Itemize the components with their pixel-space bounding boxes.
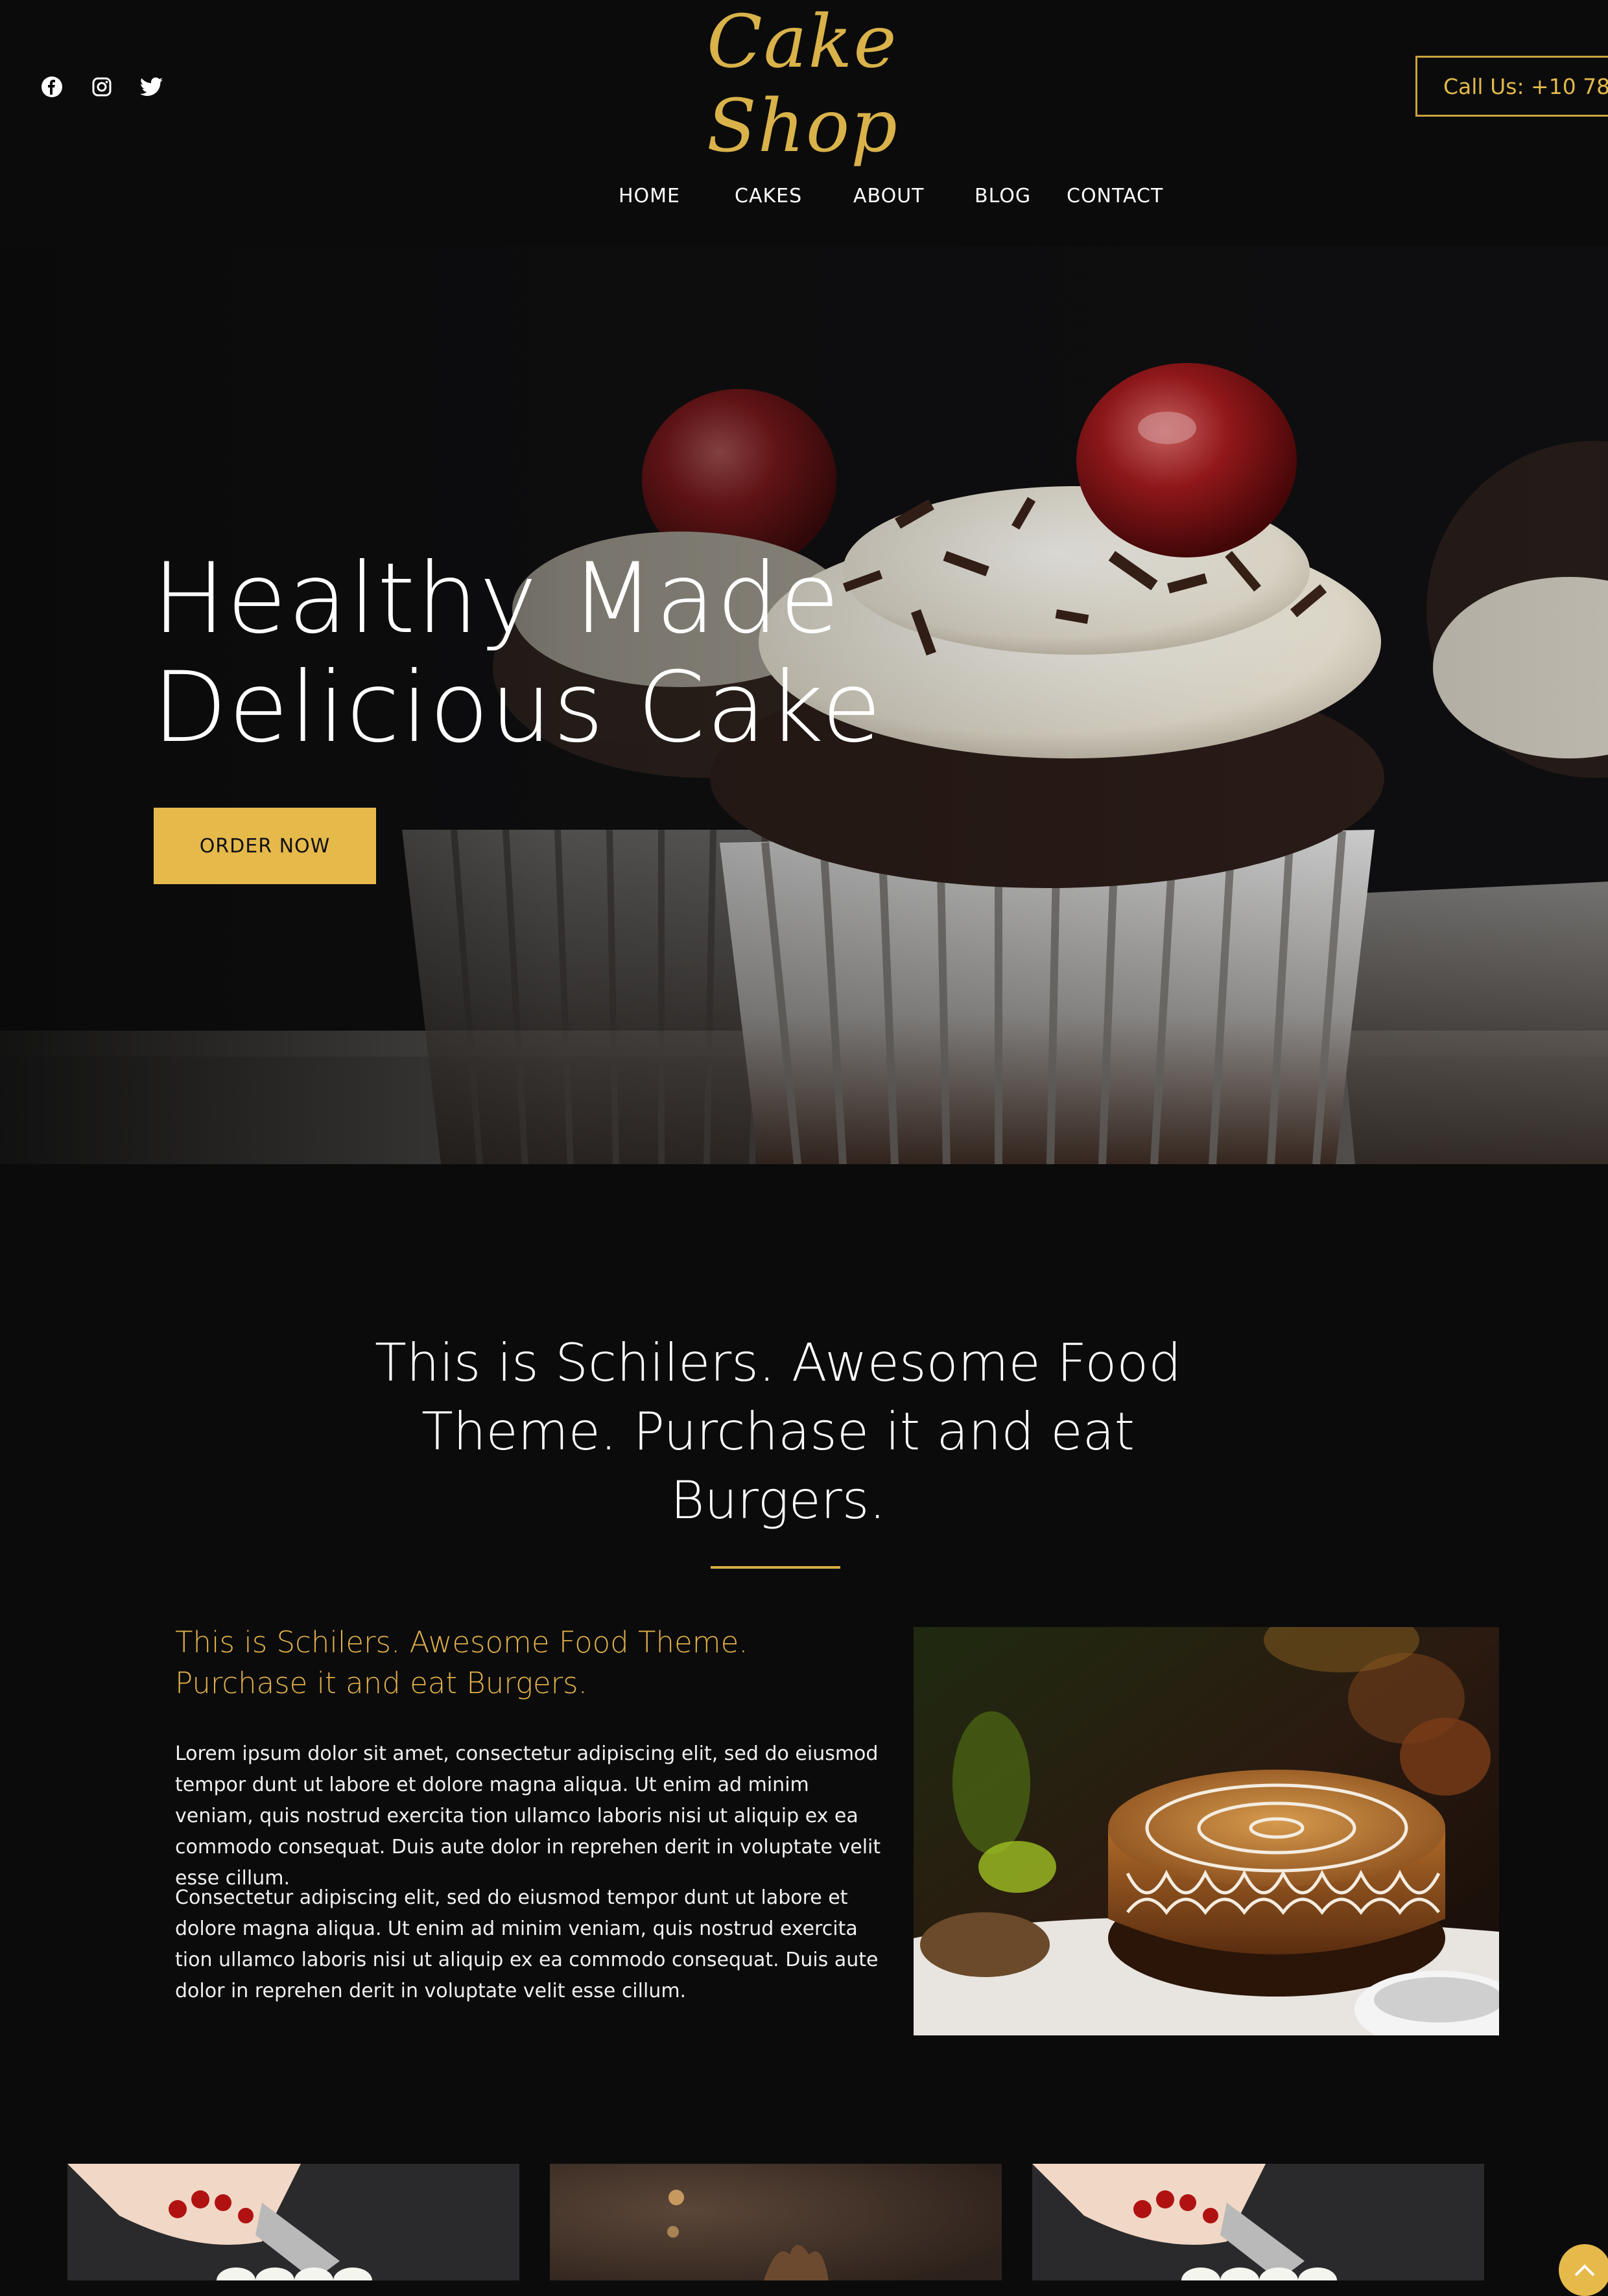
about-subheading: This is Schilers. Awesome Food Theme. Pu… bbox=[175, 1622, 759, 1704]
nav-cakes[interactable]: CAKES bbox=[735, 185, 802, 207]
gallery-card-1[interactable] bbox=[67, 2164, 519, 2280]
hero-title-line1: Healthy Made bbox=[152, 543, 841, 655]
nav-blog[interactable]: BLOG bbox=[975, 185, 1031, 207]
about-subheading-line2: Purchase it and eat Burgers. bbox=[175, 1666, 587, 1700]
scroll-to-top-button[interactable] bbox=[1559, 2244, 1608, 2296]
about-subheading-line1: This is Schilers. Awesome Food Theme. bbox=[175, 1625, 748, 1659]
about-paragraph-2: Consectetur adipiscing elit, sed do eius… bbox=[175, 1886, 879, 2002]
site-header: Cake Shop Call Us: +10 783 3 HOME CAKES … bbox=[0, 0, 1608, 246]
instagram-icon[interactable] bbox=[89, 74, 115, 100]
twitter-icon[interactable] bbox=[139, 74, 165, 100]
hero-section: Healthy Made Delicious Cake ORDER NOW bbox=[0, 246, 1608, 1164]
hero-title: Healthy Made Delicious Cake bbox=[152, 545, 882, 762]
chevron-up-icon bbox=[1574, 2264, 1595, 2277]
facebook-icon[interactable] bbox=[39, 74, 65, 100]
about-heading: This is Schilers. Awesome Food Theme. Pu… bbox=[375, 1333, 1181, 1530]
order-now-button[interactable]: ORDER NOW bbox=[154, 808, 376, 884]
site-logo[interactable]: Cake Shop bbox=[707, 0, 1005, 169]
gallery-card-2[interactable] bbox=[550, 2164, 1002, 2280]
nav-home[interactable]: HOME bbox=[619, 185, 680, 207]
heading-divider bbox=[711, 1566, 840, 1569]
gallery-card-3[interactable] bbox=[1032, 2164, 1484, 2280]
nav-about[interactable]: ABOUT bbox=[853, 185, 924, 207]
hero-title-line2: Delicious Cake bbox=[152, 651, 883, 764]
decorated-cake-image bbox=[914, 1627, 1499, 2035]
call-us-button[interactable]: Call Us: +10 783 3 bbox=[1415, 56, 1608, 117]
about-paragraph-1: Lorem ipsum dolor sit amet, consectetur … bbox=[175, 1742, 881, 1890]
nav-contact[interactable]: CONTACT bbox=[1067, 185, 1163, 207]
